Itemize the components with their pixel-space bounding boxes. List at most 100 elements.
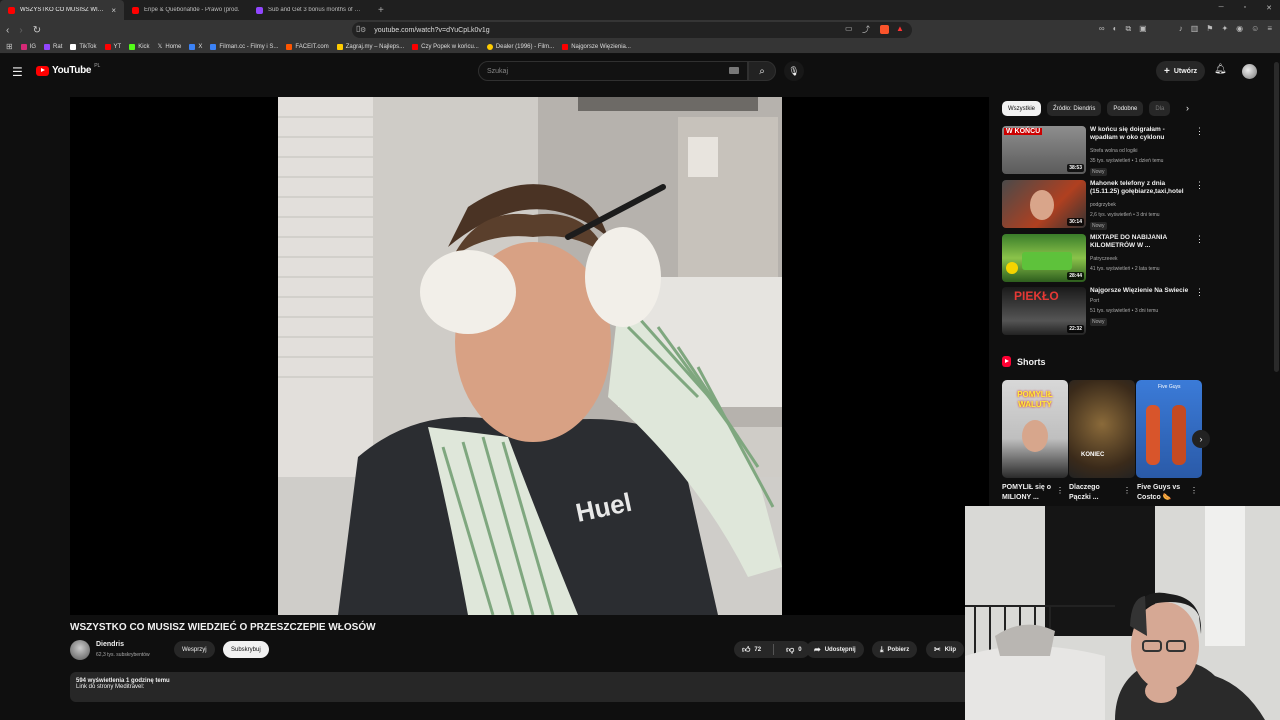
rewards-icon[interactable]: ▲ xyxy=(896,24,904,33)
chip-source[interactable]: Źródło: Diendris xyxy=(1047,101,1102,116)
search-button[interactable]: ⌕ xyxy=(748,61,776,81)
vpn-icon[interactable]: ◉ xyxy=(1236,24,1243,34)
recommendation-item[interactable]: W KOŃCU 38:53 W końcu się doigrałam - wp… xyxy=(1002,126,1204,176)
more-vert-icon[interactable]: ⋮ xyxy=(1195,287,1204,298)
dislike-button[interactable]: 👎︎ 0 xyxy=(778,641,809,658)
profile-icon[interactable]: ☺ xyxy=(1251,24,1259,34)
more-vert-icon[interactable]: ⋮ xyxy=(1195,180,1204,191)
recommendation-channel[interactable]: podgrzybek xyxy=(1090,202,1116,208)
bookmark-rat[interactable]: Rat xyxy=(44,43,62,50)
notifications-bell-icon[interactable]: 🔔︎ xyxy=(1214,64,1227,75)
channel-avatar[interactable] xyxy=(70,640,90,660)
bookmark-faceit[interactable]: FACEIT.com xyxy=(286,43,329,50)
sidebar-icon[interactable]: ▥ xyxy=(1191,24,1199,34)
short-title[interactable]: POMYLIŁ się o MILIONY ... xyxy=(1002,483,1056,503)
recommendation-title[interactable]: Najgorsze Więzienie Na Świecie xyxy=(1090,287,1190,295)
url-field[interactable]: ⚙ youtube.com/watch?v=dYuCpLk0v1g xyxy=(352,22,912,38)
apps-icon[interactable]: ⊞ xyxy=(6,42,13,51)
more-vert-icon[interactable]: ⋮ xyxy=(1190,486,1198,495)
browser-tab[interactable]: Sub and Get 3 bonus months of Disc xyxy=(248,0,372,20)
keyboard-icon[interactable] xyxy=(729,67,739,74)
bookmark-wiezienia[interactable]: Najgorsze Więzienia... xyxy=(562,43,631,50)
short-thumbnail[interactable]: KONIEC xyxy=(1069,380,1135,478)
close-icon[interactable]: × xyxy=(111,6,116,15)
bookmark-tiktok[interactable]: TikTok xyxy=(70,43,97,50)
site-info-icon[interactable]: ⚙ xyxy=(360,26,366,34)
chip-all[interactable]: Wszystkie xyxy=(1002,101,1041,116)
recommendation-item[interactable]: PIEKŁO 22:32 Najgorsze Więzienie Na Świe… xyxy=(1002,287,1204,337)
short-thumbnail[interactable]: Five Guys xyxy=(1136,380,1202,478)
bookmark-zagraj[interactable]: Zagraj.my – Najleps... xyxy=(336,43,404,50)
recommendation-title[interactable]: W końcu się doigrałam - wpadłam w oko cy… xyxy=(1090,126,1190,143)
page-scrollbar[interactable] xyxy=(1274,62,1279,372)
voice-search-button[interactable]: 🎙︎ xyxy=(784,61,804,81)
reload-icon[interactable]: ↻ xyxy=(33,25,41,36)
bookmark-home[interactable]: 𝕏 Home xyxy=(158,43,182,51)
bookmark-dealer[interactable]: Dealer (1996) - Film... xyxy=(486,43,554,50)
browser-tab[interactable]: Eripe & Quebonafide - Prawo (prod. xyxy=(124,0,248,20)
like-button[interactable]: 👍︎ 72 xyxy=(734,641,769,658)
chip-for-you[interactable]: Dla xyxy=(1149,101,1171,116)
video-player[interactable]: Huel xyxy=(70,97,989,615)
recommendation-title[interactable]: Mahonek telefony z dnia (15.11.25) gołęb… xyxy=(1090,180,1190,197)
extension-icon[interactable]: ◐ xyxy=(1113,24,1118,34)
bookmark-x[interactable]: X xyxy=(189,43,202,50)
download-button[interactable]: ⤓ Pobierz xyxy=(872,641,918,658)
more-vert-icon[interactable]: ⋮ xyxy=(1123,486,1131,495)
short-thumbnail[interactable]: POMYLIŁ WALUTY xyxy=(1002,380,1068,478)
close-window-icon[interactable]: ✕ xyxy=(1266,4,1272,12)
more-vert-icon[interactable]: ⋮ xyxy=(1195,126,1204,137)
minimize-icon[interactable]: ─ xyxy=(1219,4,1224,12)
browser-tab-active[interactable]: WSZYSTKO CO MUSISZ WIEDZIEĆ × xyxy=(0,0,124,20)
back-icon[interactable]: ‹ xyxy=(6,25,9,36)
bookmark-popek[interactable]: Czy Popek w końcu... xyxy=(412,43,479,50)
bookmark-icon[interactable]: ▯ xyxy=(356,24,360,33)
video-thumbnail[interactable]: PIEKŁO 22:32 xyxy=(1002,287,1086,335)
extension-icon[interactable]: ∞ xyxy=(1099,24,1105,34)
recommendation-channel[interactable]: Port xyxy=(1090,298,1099,304)
bookmark-filman[interactable]: Filman.cc - Filmy i S... xyxy=(210,43,278,50)
chip-related[interactable]: Podobne xyxy=(1107,101,1144,116)
account-avatar[interactable] xyxy=(1242,64,1257,79)
extension-icon[interactable]: ▣ xyxy=(1139,24,1147,34)
maximize-icon[interactable]: ▫ xyxy=(1244,4,1246,12)
forward-icon[interactable]: › xyxy=(19,25,22,36)
bookmark-yt[interactable]: YT xyxy=(104,43,121,50)
menu-icon[interactable]: ≡ xyxy=(1267,24,1272,34)
search-input[interactable]: Szukaj xyxy=(478,61,748,81)
clip-button[interactable]: ✂ Klip xyxy=(926,641,965,658)
video-thumbnail[interactable]: W KOŃCU 38:53 xyxy=(1002,126,1086,174)
recommendation-item[interactable]: 28:44 MIXTAPE DO NABIJANIA KILOMETRÓW W … xyxy=(1002,234,1204,284)
subscribe-button[interactable]: Subskrybuj xyxy=(223,641,269,658)
more-vert-icon[interactable]: ⋮ xyxy=(1195,234,1204,245)
create-button[interactable]: + Utwórz xyxy=(1156,61,1206,81)
video-thumbnail[interactable]: 28:44 xyxy=(1002,234,1086,282)
share-page-icon[interactable]: ⤴ xyxy=(862,24,870,35)
cast-icon[interactable]: ▭ xyxy=(845,24,853,33)
hamburger-menu-icon[interactable]: ☰ xyxy=(12,65,23,79)
chevron-right-icon[interactable]: › xyxy=(1186,103,1189,113)
youtube-logo[interactable]: YouTube PL xyxy=(36,63,100,76)
logo-text: YouTube xyxy=(52,65,92,76)
media-icon[interactable]: ♪ xyxy=(1179,24,1183,34)
recommendation-item[interactable]: 30:14 Mahonek telefony z dnia (15.11.25)… xyxy=(1002,180,1204,230)
recommendation-channel[interactable]: Patryczeeek xyxy=(1090,256,1118,262)
recommendation-channel[interactable]: Strefa wolna od logiki xyxy=(1090,148,1138,154)
short-title[interactable]: Five Guys vs Costco 🌭 xyxy=(1137,483,1191,503)
shorts-next-button[interactable]: › xyxy=(1192,430,1210,448)
video-thumbnail[interactable]: 30:14 xyxy=(1002,180,1086,228)
bookmark-ig[interactable]: IG xyxy=(20,43,36,50)
new-tab-icon[interactable]: + xyxy=(372,5,390,16)
bookmark-kick[interactable]: Kick xyxy=(129,43,150,50)
extension-icon[interactable]: ⚑ xyxy=(1206,24,1213,34)
extension-icon[interactable]: ⧉ xyxy=(1125,24,1131,34)
support-button[interactable]: Wesprzyj xyxy=(174,641,215,658)
brave-shield-icon[interactable] xyxy=(880,25,889,34)
channel-name[interactable]: Diendris xyxy=(96,641,124,648)
share-button[interactable]: ➦ Udostępnij xyxy=(806,641,864,658)
short-title[interactable]: Dlaczego Pączki ... xyxy=(1069,483,1123,503)
recommendation-title[interactable]: MIXTAPE DO NABIJANIA KILOMETRÓW W ... xyxy=(1090,234,1190,251)
description-box[interactable]: 594 wyświetlenia 1 godzinę temu Link do … xyxy=(70,672,989,702)
extension-icon[interactable]: ✦ xyxy=(1221,24,1228,34)
more-vert-icon[interactable]: ⋮ xyxy=(1056,486,1064,495)
